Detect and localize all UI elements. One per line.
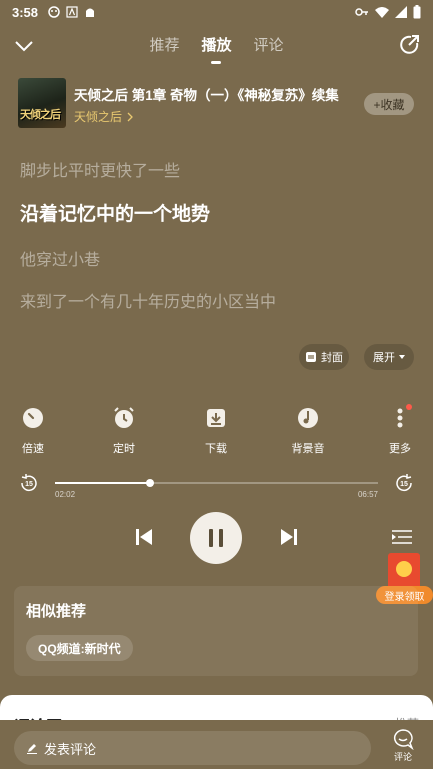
speed-label: 倍速 bbox=[22, 443, 44, 455]
progress-knob[interactable] bbox=[145, 479, 154, 487]
share-icon[interactable] bbox=[397, 33, 421, 57]
signal-icon bbox=[395, 6, 407, 18]
rewind-seconds: 15 bbox=[25, 481, 33, 488]
progress-slider[interactable] bbox=[55, 479, 378, 487]
download-button[interactable]: 下载 bbox=[186, 406, 246, 456]
cover-icon bbox=[306, 352, 316, 362]
comment-placeholder: 发表评论 bbox=[44, 741, 97, 757]
speed-button[interactable]: 倍速 bbox=[3, 406, 63, 456]
more-label: 更多 bbox=[389, 443, 411, 455]
book-title: 天倾之后 第1章 奇物（一）《神秘复苏》续集 bbox=[74, 88, 339, 103]
forward-seconds: 15 bbox=[400, 481, 408, 488]
rewind-15-icon[interactable]: 15 bbox=[18, 472, 40, 494]
cover-label: 封面 bbox=[321, 352, 343, 364]
timer-button[interactable]: 定时 bbox=[94, 406, 154, 456]
current-time: 02:02 bbox=[55, 490, 76, 499]
chevron-right-icon bbox=[127, 112, 133, 121]
author-name: 天倾之后 bbox=[74, 110, 123, 124]
comment-input[interactable]: 发表评论 bbox=[14, 731, 371, 765]
pause-button[interactable] bbox=[190, 512, 242, 564]
lyric-line-current: 沿着记忆中的一个地势 bbox=[20, 204, 211, 225]
tab-play[interactable]: 播放 bbox=[201, 34, 231, 55]
comment-bar: 发表评论 评论 bbox=[0, 720, 433, 769]
cover-text: 天倾之后 bbox=[20, 109, 61, 121]
expand-label: 展开 bbox=[373, 352, 395, 364]
top-nav: 推荐 播放 评论 bbox=[0, 30, 433, 62]
tab-recommend[interactable]: 推荐 bbox=[149, 34, 179, 55]
lyric-line: 他穿过小巷 bbox=[20, 252, 101, 269]
previous-icon[interactable] bbox=[133, 526, 155, 548]
key-icon bbox=[355, 8, 368, 16]
pen-icon bbox=[27, 744, 37, 754]
font-icon bbox=[66, 6, 78, 18]
expand-button[interactable]: 展开 bbox=[364, 344, 414, 370]
pause-icon bbox=[209, 529, 223, 547]
more-button[interactable]: 更多 bbox=[370, 404, 430, 456]
playlist-icon[interactable] bbox=[391, 526, 413, 548]
playback-controls bbox=[0, 512, 433, 564]
book-info: 天倾之后 天倾之后 第1章 奇物（一）《神秘复苏》续集 天倾之后 +收藏 bbox=[18, 78, 418, 128]
download-label: 下载 bbox=[205, 443, 227, 455]
background-music-label: 背景音 bbox=[291, 443, 325, 455]
timer-label: 定时 bbox=[113, 443, 135, 455]
status-time: 3:58 bbox=[12, 4, 39, 20]
tab-bar: 推荐 播放 评论 bbox=[0, 34, 433, 55]
background-music-icon bbox=[298, 408, 318, 428]
wifi-icon bbox=[375, 7, 389, 18]
coin-icon bbox=[396, 561, 412, 577]
progress-area: 15 02:02 06:57 15 bbox=[0, 472, 433, 502]
similar-recommendations: 相似推荐 QQ频道:新时代 bbox=[14, 586, 418, 676]
progress-played bbox=[55, 482, 150, 484]
book-cover[interactable]: 天倾之后 bbox=[18, 78, 66, 128]
background-music-button[interactable]: 背景音 bbox=[278, 406, 338, 456]
download-icon bbox=[207, 409, 225, 427]
forward-15-icon[interactable]: 15 bbox=[393, 472, 415, 494]
comment-button-label: 评论 bbox=[393, 752, 412, 762]
tab-comments[interactable]: 评论 bbox=[254, 34, 284, 55]
notification-dot bbox=[406, 404, 412, 410]
author-link[interactable]: 天倾之后 bbox=[74, 108, 134, 125]
android-icon bbox=[86, 8, 95, 17]
actions-row: 倍速 定时 下载 背景音 更多 bbox=[0, 404, 433, 456]
caret-down-icon bbox=[399, 355, 405, 359]
similar-chip[interactable]: QQ频道:新时代 bbox=[26, 635, 133, 661]
collect-button[interactable]: +收藏 bbox=[364, 93, 414, 115]
status-bar: 3:58 bbox=[0, 0, 433, 24]
battery-icon bbox=[413, 5, 421, 19]
similar-title: 相似推荐 bbox=[26, 603, 87, 620]
face-icon bbox=[48, 6, 60, 18]
lyric-line: 脚步比平时更快了一些 bbox=[20, 163, 181, 180]
comment-icon bbox=[394, 729, 414, 750]
cover-toggle-button[interactable]: 封面 bbox=[299, 344, 349, 370]
alarm-clock-icon bbox=[114, 407, 134, 428]
lyric-line: 来到了一个有几十年历史的小区当中 bbox=[20, 294, 277, 311]
comment-button[interactable]: 评论 bbox=[387, 728, 419, 763]
speed-icon bbox=[23, 408, 43, 428]
total-time: 06:57 bbox=[357, 490, 378, 499]
next-icon[interactable] bbox=[278, 526, 300, 548]
